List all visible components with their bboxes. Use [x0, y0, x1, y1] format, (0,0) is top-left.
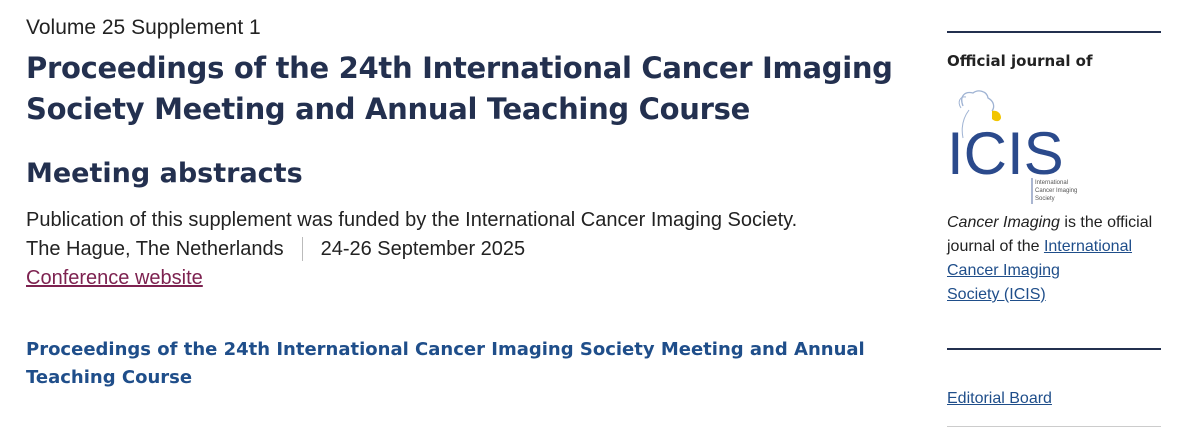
page-title-line-1: Proceedings of the 24th International Ca…: [26, 51, 893, 85]
conference-website-link[interactable]: Conference website: [26, 264, 203, 292]
journal-name: Cancer Imaging: [947, 214, 1060, 231]
meeting-dates: 24-26 September 2025: [320, 238, 526, 260]
sidebar-bottom-divider: [947, 426, 1161, 427]
journal-description: Cancer Imaging is the official journal o…: [947, 211, 1161, 307]
issue-header: Volume 25 Supplement 1 Proceedings of th…: [26, 14, 906, 392]
logo-tagline-3: Society: [1035, 196, 1055, 202]
icis-link-line-2: Cancer Imaging: [947, 262, 1060, 279]
section-heading: Meeting abstracts: [26, 158, 303, 189]
official-journal-heading: Official journal of: [947, 52, 1093, 70]
article-title-link[interactable]: Proceedings of the 24th International Ca…: [26, 336, 896, 392]
logo-letters: ICIS: [947, 120, 1064, 187]
icis-link-line-3: Society (ICIS): [947, 286, 1046, 303]
logo-tagline-2: Cancer Imaging: [1035, 188, 1077, 194]
volume-label: Volume 25 Supplement 1: [26, 16, 261, 39]
sidebar-middle-divider: [947, 348, 1161, 350]
page-title: Proceedings of the 24th International Ca…: [26, 48, 906, 130]
icis-link-line-1: International: [1043, 238, 1133, 255]
meeting-meta: The Hague, The Netherlands 24-26 Septemb…: [26, 234, 906, 264]
icis-logo[interactable]: ICIS International Cancer Imaging Societ…: [947, 86, 1092, 208]
logo-tagline-1: International: [1035, 180, 1068, 186]
sidebar-top-divider: [947, 31, 1161, 33]
page-title-line-2: Society Meeting and Annual Teaching Cour…: [26, 92, 750, 126]
meeting-location: The Hague, The Netherlands: [26, 238, 284, 260]
meta-divider: [301, 237, 303, 261]
editorial-board-link[interactable]: Editorial Board: [947, 388, 1052, 410]
funding-statement: Publication of this supplement was funde…: [26, 209, 798, 231]
